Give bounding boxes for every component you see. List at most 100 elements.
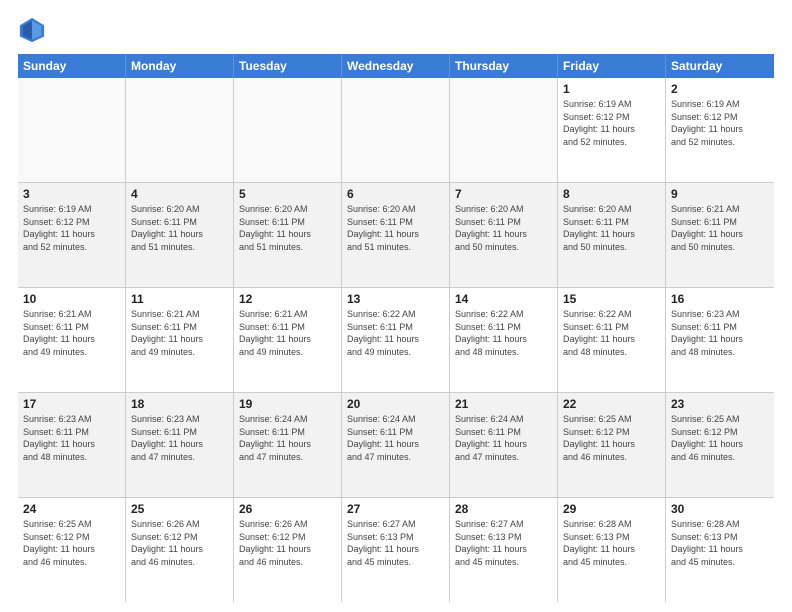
day-cell-22: 22Sunrise: 6:25 AM Sunset: 6:12 PM Dayli… xyxy=(558,393,666,497)
day-detail: Sunrise: 6:19 AM Sunset: 6:12 PM Dayligh… xyxy=(23,203,120,253)
day-detail: Sunrise: 6:20 AM Sunset: 6:11 PM Dayligh… xyxy=(347,203,444,253)
day-detail: Sunrise: 6:23 AM Sunset: 6:11 PM Dayligh… xyxy=(23,413,120,463)
day-cell-17: 17 Sunrise: 6:23 AM Sunset: 6:11 PM Dayli… xyxy=(18,393,126,497)
day-number: 29 xyxy=(563,502,660,516)
day-cell-11: 11 Sunrise: 6:21 AM Sunset: 6:11 PM Dayli… xyxy=(126,288,234,392)
day-cell-10: 10 Sunrise: 6:21 AM Sunset: 6:11 PM Dayli… xyxy=(18,288,126,392)
day-detail: Sunrise: 6:24 AM Sunset: 6:11 PM Dayligh… xyxy=(239,413,336,463)
day-detail: Sunrise: 6:25 AM Sunset: 6:12 PM Dayligh… xyxy=(671,413,769,463)
day-number: 14 xyxy=(455,292,552,306)
day-number: 16 xyxy=(671,292,769,306)
calendar-row-2: 10 Sunrise: 6:21 AM Sunset: 6:11 PM Dayli… xyxy=(18,288,774,393)
day-number: 30 xyxy=(671,502,769,516)
day-number: 3 xyxy=(23,187,120,201)
empty-cell xyxy=(450,78,558,182)
day-number: 28 xyxy=(455,502,552,516)
day-cell-4: 4 Sunrise: 6:20 AM Sunset: 6:11 PM Daylig… xyxy=(126,183,234,287)
day-number: 13 xyxy=(347,292,444,306)
day-cell-14: 14 Sunrise: 6:22 AM Sunset: 6:11 PM Dayli… xyxy=(450,288,558,392)
day-number: 2 xyxy=(671,82,769,96)
calendar: SundayMondayTuesdayWednesdayThursdayFrid… xyxy=(18,54,774,602)
empty-cell xyxy=(126,78,234,182)
day-number: 26 xyxy=(239,502,336,516)
day-cell-12: 12 Sunrise: 6:21 AM Sunset: 6:11 PM Dayli… xyxy=(234,288,342,392)
day-detail: Sunrise: 6:21 AM Sunset: 6:11 PM Dayligh… xyxy=(671,203,769,253)
calendar-row-0: 1 Sunrise: 6:19 AM Sunset: 6:12 PM Daylig… xyxy=(18,78,774,183)
day-cell-7: 7 Sunrise: 6:20 AM Sunset: 6:11 PM Daylig… xyxy=(450,183,558,287)
day-number: 17 xyxy=(23,397,120,411)
day-cell-8: 8Sunrise: 6:20 AM Sunset: 6:11 PM Daylig… xyxy=(558,183,666,287)
day-detail: Sunrise: 6:23 AM Sunset: 6:11 PM Dayligh… xyxy=(671,308,769,358)
logo xyxy=(18,16,50,44)
header-day-saturday: Saturday xyxy=(666,54,774,78)
day-detail: Sunrise: 6:20 AM Sunset: 6:11 PM Dayligh… xyxy=(131,203,228,253)
day-cell-27: 27 Sunrise: 6:27 AM Sunset: 6:13 PM Dayli… xyxy=(342,498,450,602)
header-day-thursday: Thursday xyxy=(450,54,558,78)
header-day-tuesday: Tuesday xyxy=(234,54,342,78)
day-cell-9: 9 Sunrise: 6:21 AM Sunset: 6:11 PM Daylig… xyxy=(666,183,774,287)
calendar-header: SundayMondayTuesdayWednesdayThursdayFrid… xyxy=(18,54,774,78)
day-number: 20 xyxy=(347,397,444,411)
day-detail: Sunrise: 6:26 AM Sunset: 6:12 PM Dayligh… xyxy=(131,518,228,568)
calendar-row-1: 3 Sunrise: 6:19 AM Sunset: 6:12 PM Daylig… xyxy=(18,183,774,288)
day-cell-13: 13Sunrise: 6:22 AM Sunset: 6:11 PM Dayli… xyxy=(342,288,450,392)
day-detail: Sunrise: 6:21 AM Sunset: 6:11 PM Dayligh… xyxy=(239,308,336,358)
header-day-monday: Monday xyxy=(126,54,234,78)
day-detail: Sunrise: 6:26 AM Sunset: 6:12 PM Dayligh… xyxy=(239,518,336,568)
day-number: 24 xyxy=(23,502,120,516)
day-detail: Sunrise: 6:23 AM Sunset: 6:11 PM Dayligh… xyxy=(131,413,228,463)
day-number: 4 xyxy=(131,187,228,201)
day-cell-5: 5 Sunrise: 6:20 AM Sunset: 6:11 PM Daylig… xyxy=(234,183,342,287)
day-detail: Sunrise: 6:19 AM Sunset: 6:12 PM Dayligh… xyxy=(671,98,769,148)
header-day-wednesday: Wednesday xyxy=(342,54,450,78)
header-day-sunday: Sunday xyxy=(18,54,126,78)
day-detail: Sunrise: 6:25 AM Sunset: 6:12 PM Dayligh… xyxy=(23,518,120,568)
day-number: 22 xyxy=(563,397,660,411)
day-cell-29: 29 Sunrise: 6:28 AM Sunset: 6:13 PM Dayli… xyxy=(558,498,666,602)
day-number: 6 xyxy=(347,187,444,201)
day-number: 11 xyxy=(131,292,228,306)
day-detail: Sunrise: 6:19 AM Sunset: 6:12 PM Dayligh… xyxy=(563,98,660,148)
day-detail: Sunrise: 6:21 AM Sunset: 6:11 PM Dayligh… xyxy=(23,308,120,358)
day-cell-28: 28Sunrise: 6:27 AM Sunset: 6:13 PM Dayli… xyxy=(450,498,558,602)
day-detail: Sunrise: 6:20 AM Sunset: 6:11 PM Dayligh… xyxy=(455,203,552,253)
day-detail: Sunrise: 6:28 AM Sunset: 6:13 PM Dayligh… xyxy=(671,518,769,568)
day-detail: Sunrise: 6:27 AM Sunset: 6:13 PM Dayligh… xyxy=(347,518,444,568)
day-detail: Sunrise: 6:22 AM Sunset: 6:11 PM Dayligh… xyxy=(455,308,552,358)
day-cell-6: 6 Sunrise: 6:20 AM Sunset: 6:11 PM Daylig… xyxy=(342,183,450,287)
day-cell-21: 21Sunrise: 6:24 AM Sunset: 6:11 PM Dayli… xyxy=(450,393,558,497)
day-cell-24: 24 Sunrise: 6:25 AM Sunset: 6:12 PM Dayli… xyxy=(18,498,126,602)
day-number: 10 xyxy=(23,292,120,306)
header-day-friday: Friday xyxy=(558,54,666,78)
calendar-body: 1 Sunrise: 6:19 AM Sunset: 6:12 PM Daylig… xyxy=(18,78,774,602)
day-number: 27 xyxy=(347,502,444,516)
empty-cell xyxy=(18,78,126,182)
day-detail: Sunrise: 6:28 AM Sunset: 6:13 PM Dayligh… xyxy=(563,518,660,568)
day-number: 5 xyxy=(239,187,336,201)
day-number: 8 xyxy=(563,187,660,201)
day-number: 9 xyxy=(671,187,769,201)
day-cell-26: 26 Sunrise: 6:26 AM Sunset: 6:12 PM Dayli… xyxy=(234,498,342,602)
page: SundayMondayTuesdayWednesdayThursdayFrid… xyxy=(0,0,792,612)
day-number: 1 xyxy=(563,82,660,96)
day-detail: Sunrise: 6:20 AM Sunset: 6:11 PM Dayligh… xyxy=(239,203,336,253)
calendar-row-3: 17 Sunrise: 6:23 AM Sunset: 6:11 PM Dayli… xyxy=(18,393,774,498)
day-cell-3: 3 Sunrise: 6:19 AM Sunset: 6:12 PM Daylig… xyxy=(18,183,126,287)
day-cell-18: 18Sunrise: 6:23 AM Sunset: 6:11 PM Dayli… xyxy=(126,393,234,497)
day-cell-16: 16 Sunrise: 6:23 AM Sunset: 6:11 PM Dayli… xyxy=(666,288,774,392)
day-cell-15: 15 Sunrise: 6:22 AM Sunset: 6:11 PM Dayli… xyxy=(558,288,666,392)
day-number: 12 xyxy=(239,292,336,306)
day-detail: Sunrise: 6:24 AM Sunset: 6:11 PM Dayligh… xyxy=(455,413,552,463)
logo-icon xyxy=(18,16,46,44)
day-cell-2: 2 Sunrise: 6:19 AM Sunset: 6:12 PM Daylig… xyxy=(666,78,774,182)
day-cell-20: 20Sunrise: 6:24 AM Sunset: 6:11 PM Dayli… xyxy=(342,393,450,497)
header xyxy=(18,16,774,44)
day-number: 7 xyxy=(455,187,552,201)
day-detail: Sunrise: 6:22 AM Sunset: 6:11 PM Dayligh… xyxy=(563,308,660,358)
day-cell-30: 30 Sunrise: 6:28 AM Sunset: 6:13 PM Dayli… xyxy=(666,498,774,602)
day-number: 15 xyxy=(563,292,660,306)
day-number: 19 xyxy=(239,397,336,411)
day-cell-25: 25Sunrise: 6:26 AM Sunset: 6:12 PM Dayli… xyxy=(126,498,234,602)
empty-cell xyxy=(234,78,342,182)
day-detail: Sunrise: 6:21 AM Sunset: 6:11 PM Dayligh… xyxy=(131,308,228,358)
